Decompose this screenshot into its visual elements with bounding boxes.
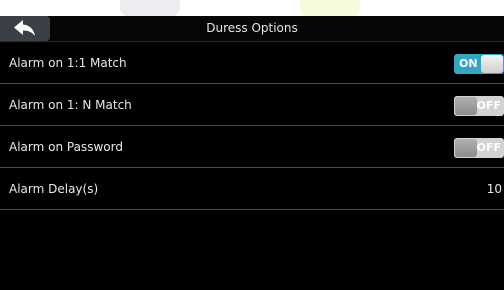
title-bar: Duress Options [0,16,504,42]
alarm-1-1-match-toggle[interactable]: ON [454,54,504,74]
alarm-on-password-toggle[interactable]: OFF [454,138,504,158]
setting-row-alarm-1-1-match[interactable]: Alarm on 1:1 Match ON [0,42,504,84]
setting-row-alarm-delay[interactable]: Alarm Delay(s) 10 [0,168,504,210]
page-title: Duress Options [206,21,298,35]
setting-label: Alarm on 1: N Match [9,98,132,112]
toggle-state-label: ON [459,57,478,70]
settings-list: Alarm on 1:1 Match ON Alarm on 1: N Matc… [0,42,504,290]
toggle-knob [455,97,477,115]
toggle-state-label: OFF [476,99,501,112]
setting-label: Alarm on Password [9,140,123,154]
decoration-shape [120,0,180,16]
alarm-delay-value: 10 [486,182,502,196]
setting-row-alarm-on-password[interactable]: Alarm on Password OFF [0,126,504,168]
decoration-shape [300,0,360,16]
toggle-knob [481,55,503,73]
setting-label: Alarm Delay(s) [9,182,99,196]
toggle-state-label: OFF [476,141,501,154]
toggle-knob [455,139,477,157]
top-decoration-band [0,0,504,16]
alarm-1-n-match-toggle[interactable]: OFF [454,96,504,116]
setting-row-alarm-1-n-match[interactable]: Alarm on 1: N Match OFF [0,84,504,126]
setting-label: Alarm on 1:1 Match [9,56,127,70]
duress-options-screen: Duress Options Alarm on 1:1 Match ON Ala… [0,0,504,290]
